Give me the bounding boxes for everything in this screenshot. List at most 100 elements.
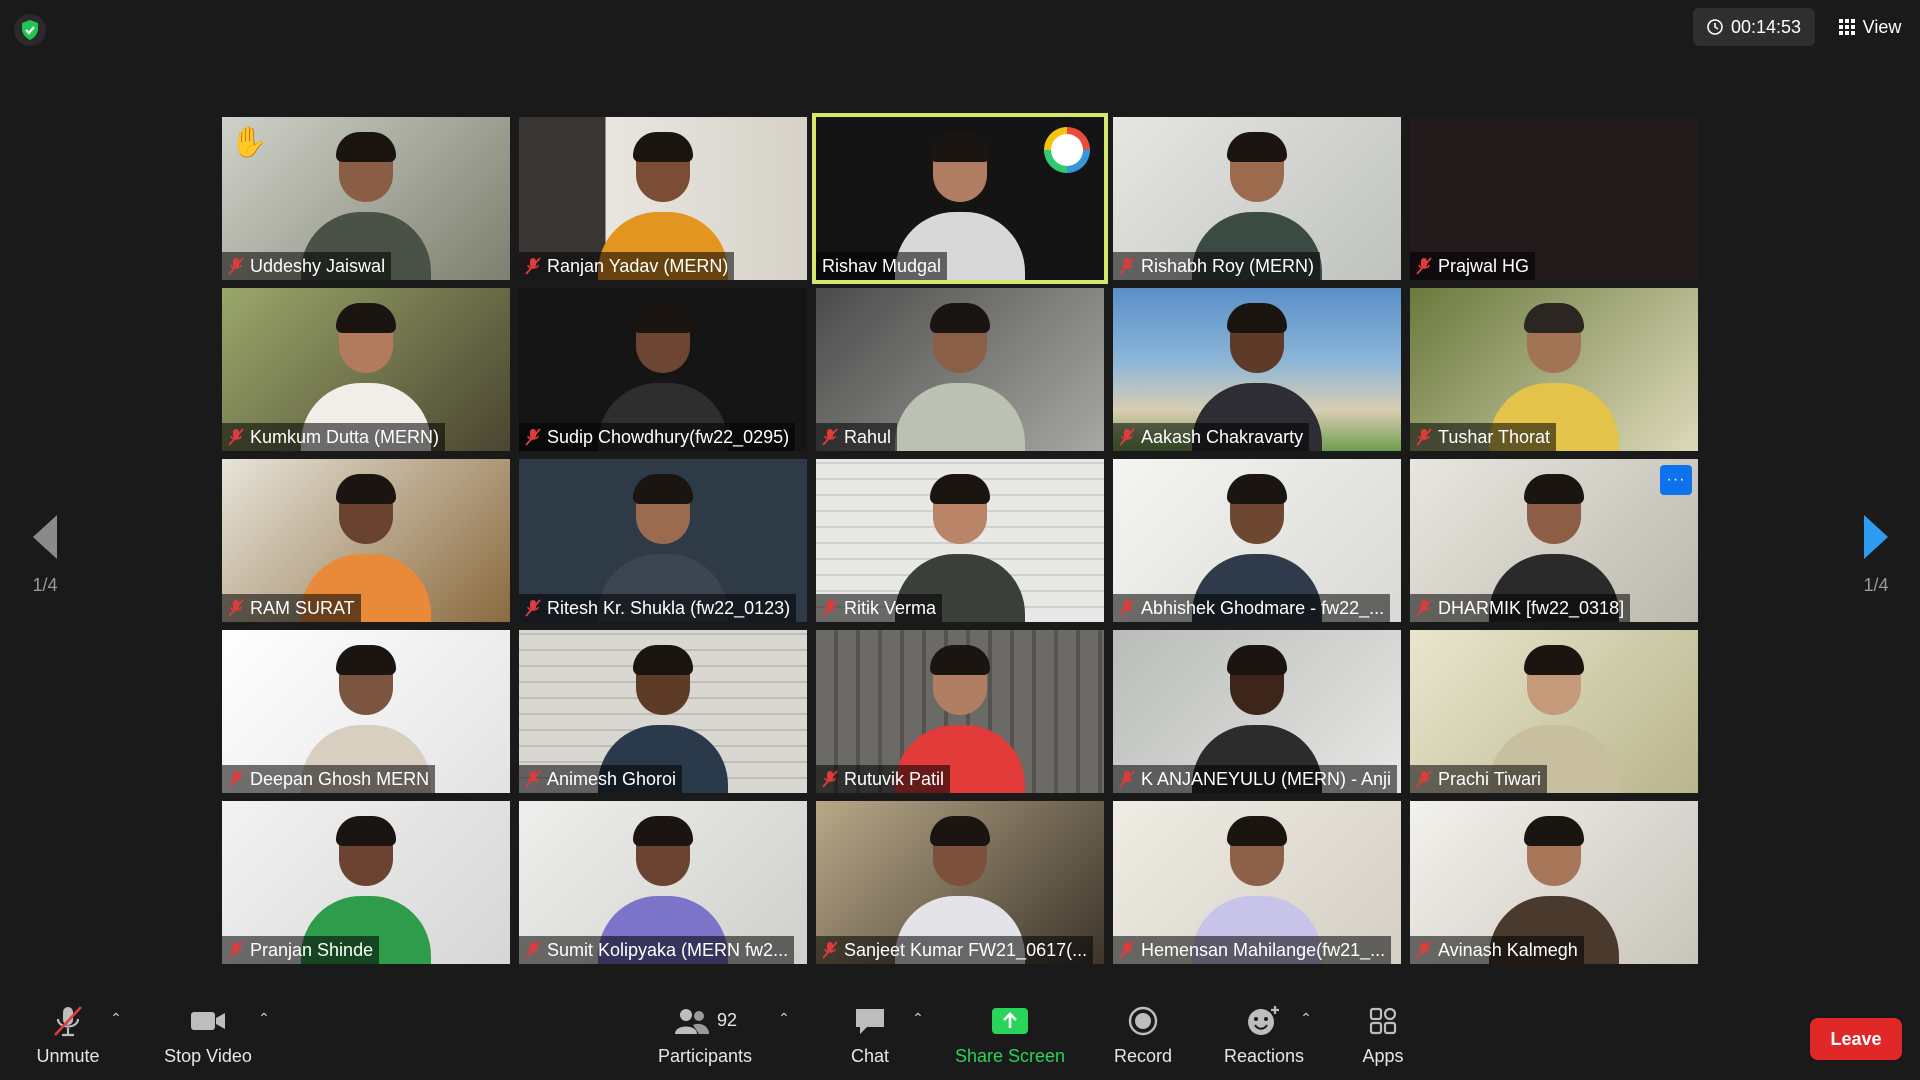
top-bar: 00:14:53 View: [0, 0, 1920, 60]
record-icon: [1128, 1006, 1158, 1035]
participant-name-label: Hemensan Mahilange(fw21_...: [1113, 936, 1392, 964]
grid-view-icon: [1838, 19, 1855, 35]
video-tile[interactable]: Ritik Verma: [816, 459, 1104, 622]
share-screen-button[interactable]: Share Screen: [950, 990, 1070, 1080]
muted-mic-icon: [525, 599, 541, 617]
muted-mic-icon: [1416, 770, 1432, 788]
video-tile[interactable]: Abhishek Ghodmare - fw22_...: [1113, 459, 1401, 622]
muted-mic-icon: [1416, 428, 1432, 446]
share-screen-arrow-icon: [992, 1007, 1028, 1034]
muted-mic-icon: [822, 428, 838, 446]
view-button[interactable]: View: [1830, 8, 1910, 46]
unmute-button[interactable]: Unmute: [22, 990, 114, 1080]
participant-name-label: Deepan Ghosh MERN: [222, 765, 436, 793]
video-tile-active-speaker[interactable]: Rishav Mudgal: [812, 113, 1108, 284]
muted-mic-icon: [1119, 941, 1135, 959]
muted-mic-icon: [1416, 599, 1432, 617]
muted-mic-icon: [822, 599, 838, 617]
muted-mic-icon: [525, 428, 541, 446]
video-tile[interactable]: Rutuvik Patil: [816, 630, 1104, 793]
video-tile-camera-off[interactable]: Prajwal HG: [1410, 117, 1698, 280]
unmute-label: Unmute: [36, 1045, 100, 1066]
video-tile[interactable]: Animesh Ghoroi: [519, 630, 807, 793]
meeting-timer[interactable]: 00:14:53: [1693, 8, 1815, 46]
participant-name-label: Abhishek Ghodmare - fw22_...: [1113, 594, 1391, 622]
participant-name-label: Prajwal HG: [1410, 252, 1536, 280]
record-button[interactable]: Record: [1105, 990, 1181, 1080]
participant-name-label: Rishabh Roy (MERN): [1113, 252, 1321, 280]
raised-hand-icon: ✋: [230, 126, 268, 159]
muted-mic-icon: [228, 599, 244, 617]
participant-name-label: Sumit Kolipyaka (MERN fw2...: [519, 936, 795, 964]
participant-name-label: Aakash Chakravarty: [1113, 423, 1310, 451]
apps-icon: [1369, 1007, 1397, 1034]
video-tile[interactable]: Sudip Chowdhury(fw22_0295): [519, 288, 807, 451]
page-indicator-right: 1/4: [1863, 575, 1889, 595]
muted-mic-icon: [1416, 257, 1432, 275]
apps-button[interactable]: Apps: [1356, 990, 1410, 1080]
participant-name-label: Prachi Tiwari: [1410, 765, 1548, 793]
video-tile[interactable]: Avinash Kalmegh: [1410, 801, 1698, 964]
participant-name-label: Sudip Chowdhury(fw22_0295): [519, 423, 796, 451]
participant-name-label: DHARMIK [fw22_0318]: [1410, 594, 1631, 622]
chat-options-chevron-up-icon[interactable]: ⌃: [908, 1008, 928, 1028]
video-tile[interactable]: Ritesh Kr. Shukla (fw22_0123): [519, 459, 807, 622]
video-tile[interactable]: Aakash Chakravarty: [1113, 288, 1401, 451]
audio-options-chevron-up-icon[interactable]: ⌃: [106, 1008, 126, 1028]
video-tile[interactable]: RAM SURAT: [222, 459, 510, 622]
video-tile[interactable]: ✋ Uddeshy Jaiswal: [222, 117, 510, 280]
muted-mic-icon: [1119, 770, 1135, 788]
muted-mic-icon: [822, 770, 838, 788]
video-tile[interactable]: Sumit Kolipyaka (MERN fw2...: [519, 801, 807, 964]
chat-label: Chat: [850, 1045, 890, 1066]
video-tile[interactable]: ··· DHARMIK [fw22_0318]: [1410, 459, 1698, 622]
participants-button[interactable]: 92 Participants: [650, 990, 760, 1080]
view-label: View: [1862, 16, 1902, 37]
participants-label: Participants: [657, 1045, 753, 1066]
video-tile[interactable]: Hemensan Mahilange(fw21_...: [1113, 801, 1401, 964]
leave-button[interactable]: Leave: [1810, 1018, 1902, 1060]
participant-name-label: Uddeshy Jaiswal: [222, 252, 392, 280]
encryption-shield-icon[interactable]: [14, 14, 46, 46]
muted-mic-icon: [228, 257, 244, 275]
participant-name-label: Rahul: [816, 423, 898, 451]
participant-name-label: Avinash Kalmegh: [1410, 936, 1584, 964]
more-options-button[interactable]: ···: [1660, 465, 1692, 495]
video-tile[interactable]: Prachi Tiwari: [1410, 630, 1698, 793]
video-tile[interactable]: Ranjan Yadav (MERN): [519, 117, 807, 280]
video-tile[interactable]: Deepan Ghosh MERN: [222, 630, 510, 793]
muted-mic-icon: [1416, 941, 1432, 959]
participants-icon: [674, 1008, 709, 1034]
chat-button[interactable]: Chat: [840, 990, 900, 1080]
meeting-controls-toolbar: Unmute ⌃ Stop Video ⌃ 92 Participants ⌃ …: [0, 990, 1920, 1080]
smiley-plus-icon: [1248, 1005, 1279, 1035]
previous-page-button[interactable]: 1/4: [20, 515, 70, 596]
video-grid: ✋ Uddeshy Jaiswal Ranjan Yadav (MERN) Ri…: [222, 113, 1698, 964]
video-tile[interactable]: Tushar Thorat: [1410, 288, 1698, 451]
participant-video: [895, 301, 1025, 451]
stop-video-label: Stop Video: [164, 1045, 252, 1066]
participant-name-label: RAM SURAT: [222, 594, 361, 622]
chat-bubble-icon: [856, 1008, 884, 1034]
participant-name-label: Rishav Mudgal: [816, 252, 948, 280]
participant-name-label: Kumkum Dutta (MERN): [222, 423, 446, 451]
reactions-options-chevron-up-icon[interactable]: ⌃: [1296, 1008, 1316, 1028]
video-tile[interactable]: Sanjeet Kumar FW21_0617(...: [816, 801, 1104, 964]
share-screen-label: Share Screen: [954, 1045, 1066, 1066]
video-tile[interactable]: Rishabh Roy (MERN): [1113, 117, 1401, 280]
participants-count: 92: [716, 1010, 738, 1030]
participants-options-chevron-up-icon[interactable]: ⌃: [774, 1008, 794, 1028]
reactions-label: Reactions: [1223, 1045, 1305, 1066]
stop-video-button[interactable]: Stop Video: [156, 990, 260, 1080]
participant-name-label: K ANJANEYULU (MERN) - Anji: [1113, 765, 1398, 793]
next-page-button[interactable]: 1/4: [1851, 515, 1901, 596]
muted-mic-icon: [228, 428, 244, 446]
reactions-button[interactable]: Reactions: [1218, 990, 1310, 1080]
muted-mic-icon: [1119, 428, 1135, 446]
video-options-chevron-up-icon[interactable]: ⌃: [254, 1008, 274, 1028]
video-tile[interactable]: Kumkum Dutta (MERN): [222, 288, 510, 451]
video-tile[interactable]: Pranjan Shinde: [222, 801, 510, 964]
video-tile[interactable]: Rahul: [816, 288, 1104, 451]
participant-name-label: Ranjan Yadav (MERN): [519, 252, 735, 280]
video-tile[interactable]: K ANJANEYULU (MERN) - Anji: [1113, 630, 1401, 793]
